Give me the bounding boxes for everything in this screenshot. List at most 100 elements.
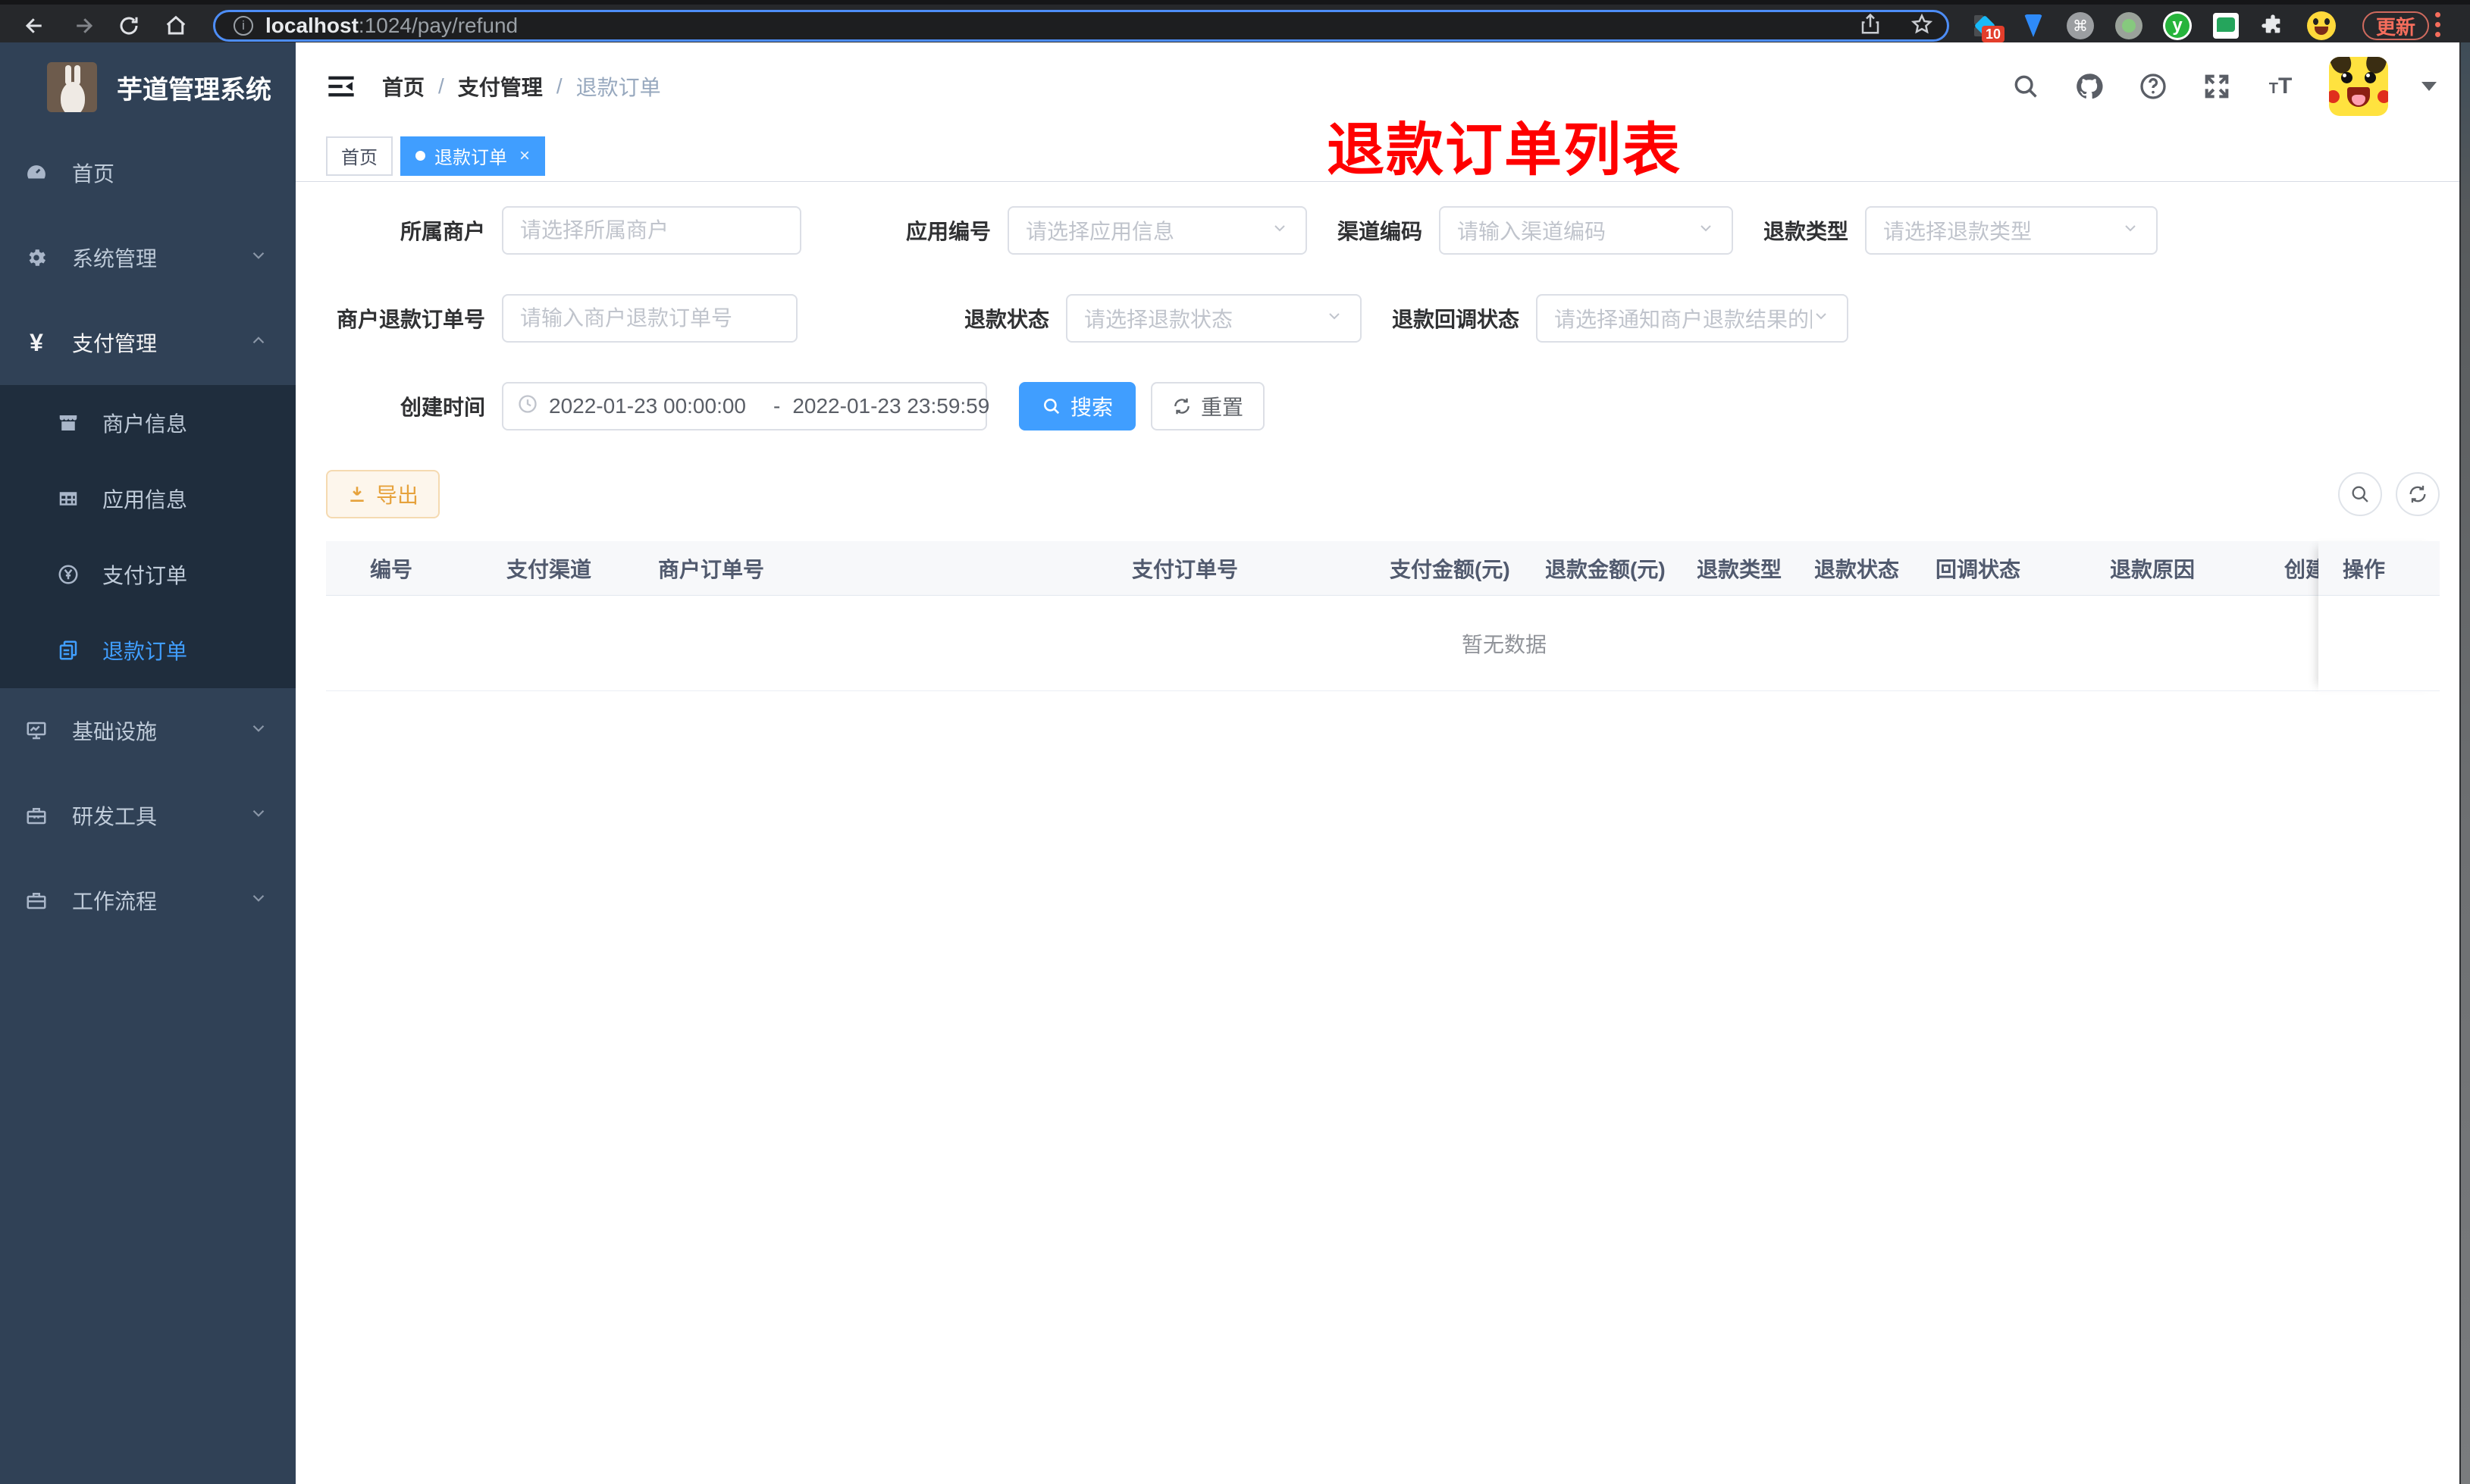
reset-button[interactable]: 重置 <box>1151 382 1265 430</box>
sidebar-item-refund-order[interactable]: 退款订单 <box>0 612 296 688</box>
table-empty-row: 暂无数据 <box>326 596 2440 691</box>
extension-green-dot-icon[interactable] <box>2114 11 2144 41</box>
sidebar-item-label: 首页 <box>72 162 115 186</box>
col-operation: 操作 <box>2318 541 2440 596</box>
sidebar-collapse-icon[interactable] <box>326 71 356 102</box>
show-search-toggle-icon[interactable] <box>2338 472 2382 516</box>
store-icon <box>57 412 80 434</box>
sidebar-item-label: 工作流程 <box>72 890 158 913</box>
sidebar-item-infra[interactable]: 基础设施 <box>0 688 296 773</box>
filter-channel: 渠道编码 请输入渠道编码 <box>1337 206 1734 255</box>
extension-y-icon[interactable] <box>2162 11 2193 41</box>
browser-reload-icon[interactable] <box>115 12 143 39</box>
filter-merchant: 所属商户 <box>326 206 801 255</box>
table-grid-icon <box>57 487 80 510</box>
chevron-down-icon <box>249 719 268 744</box>
date-range-picker[interactable]: 2022-01-23 00:00:00 - 2022-01-23 23:59:5… <box>502 382 989 430</box>
sidebar-item-pay-order[interactable]: 支付订单 <box>0 537 296 612</box>
merchant-input[interactable] <box>502 206 801 255</box>
merchant-refund-no-input[interactable] <box>502 294 798 343</box>
toolbox-icon <box>25 804 48 827</box>
sidebar-item-pay[interactable]: ¥ 支付管理 <box>0 300 296 385</box>
refund-status-select[interactable]: 请选择退款状态 <box>1066 294 1362 343</box>
sidebar: 芋道管理系统 首页 系统管理 ¥ 支付管理 商户信息 应用信息 支付订单 退款订… <box>0 42 296 1484</box>
filter-app: 应用编号 请选择应用信息 <box>832 206 1307 255</box>
share-icon[interactable] <box>1859 13 1882 39</box>
browser-back-icon[interactable] <box>21 12 49 39</box>
active-tab-dot <box>415 151 425 161</box>
select-chevron-icon <box>1812 306 1830 330</box>
search-button[interactable]: 搜索 <box>1019 382 1136 430</box>
sidebar-item-system[interactable]: 系统管理 <box>0 215 296 300</box>
sidebar-item-label: 支付订单 <box>102 564 188 587</box>
tab-refund-order[interactable]: 退款订单 × <box>400 136 546 176</box>
briefcase-icon <box>25 889 48 912</box>
sidebar-item-merchant-info[interactable]: 商户信息 <box>0 385 296 461</box>
bookmark-star-icon[interactable] <box>1910 13 1933 39</box>
browser-home-icon[interactable] <box>162 12 190 39</box>
extension-command-icon[interactable]: ⌘ <box>2065 11 2095 41</box>
document-copy-icon <box>57 639 80 662</box>
select-chevron-icon <box>2121 218 2139 243</box>
breadcrumb-home[interactable]: 首页 <box>382 71 425 102</box>
date-end-value[interactable]: 2022-01-23 23:59:59 <box>792 394 1014 418</box>
select-chevron-icon <box>1325 306 1343 330</box>
fullscreen-icon[interactable] <box>2202 71 2232 102</box>
help-icon[interactable] <box>2138 71 2168 102</box>
filter-create-time: 创建时间 2022-01-23 00:00:00 - 2022-01-23 23… <box>326 382 989 430</box>
refresh-table-icon[interactable] <box>2396 472 2440 516</box>
font-size-icon[interactable]: TT <box>2265 71 2296 102</box>
browser-forward-icon[interactable] <box>70 12 97 39</box>
channel-select[interactable]: 请输入渠道编码 <box>1439 206 1734 255</box>
github-icon[interactable] <box>2074 71 2105 102</box>
app-logo[interactable]: 芋道管理系统 <box>0 42 296 130</box>
filter-notify-status: 退款回调状态 请选择通知商户退款结果的回调状态 <box>1392 294 1849 343</box>
extension-kite-icon[interactable] <box>2018 11 2048 41</box>
extension-chat-icon[interactable] <box>2211 11 2241 41</box>
site-info-icon[interactable]: i <box>234 16 253 36</box>
sidebar-submenu-pay: 商户信息 应用信息 支付订单 退款订单 <box>0 385 296 688</box>
col-pay-amount: 支付金额(元) <box>1390 557 1510 581</box>
date-start-value[interactable]: 2022-01-23 00:00:00 <box>549 394 770 418</box>
tab-home[interactable]: 首页 <box>326 136 393 176</box>
chevron-down-icon <box>249 246 268 271</box>
filter-refund-type: 退款类型 请选择退款类型 <box>1763 206 2158 255</box>
col-refund-type: 退款类型 <box>1697 557 1782 581</box>
browser-address-bar[interactable]: i localhost:1024/pay/refund <box>213 10 1949 42</box>
select-chevron-icon <box>1697 218 1715 243</box>
browser-update-button[interactable]: 更新 <box>2362 11 2430 40</box>
browser-chrome: i localhost:1024/pay/refund 10 ⌘ 更新 <box>0 0 2470 42</box>
extension-tampermonkey-icon[interactable]: 10 <box>1970 11 2005 42</box>
sidebar-item-label: 基础设施 <box>72 720 158 744</box>
browser-scrollbar[interactable] <box>2459 42 2470 1484</box>
gear-icon <box>25 246 48 269</box>
page-content: 所属商户 应用编号 请选择应用信息 渠道编码 请输入渠道编码 <box>296 182 2470 1484</box>
browser-menu-icon[interactable] <box>2435 12 2441 37</box>
app-select[interactable]: 请选择应用信息 <box>1008 206 1307 255</box>
sidebar-item-devtools[interactable]: 研发工具 <box>0 773 296 858</box>
extension-emoji-icon[interactable] <box>2306 11 2337 41</box>
notify-status-select[interactable]: 请选择通知商户退款结果的回调状态 <box>1536 294 1849 343</box>
filter-merchant-refund-no: 商户退款订单号 <box>326 294 798 343</box>
extensions-puzzle-icon[interactable] <box>2258 11 2288 41</box>
breadcrumb-pay[interactable]: 支付管理 <box>458 71 543 102</box>
chevron-down-icon <box>249 803 268 828</box>
col-refund-status: 退款状态 <box>1814 557 1900 581</box>
sidebar-item-home[interactable]: 首页 <box>0 130 296 215</box>
tab-close-icon[interactable]: × <box>519 146 530 165</box>
empty-text: 暂无数据 <box>1461 632 1547 656</box>
export-button[interactable]: 导出 <box>326 470 440 518</box>
monitor-icon <box>25 719 48 742</box>
page-annotation-title: 退款订单列表 <box>1327 118 1682 183</box>
filter-refund-status: 退款状态 请选择退款状态 <box>964 294 1362 343</box>
search-icon[interactable] <box>2011 71 2041 102</box>
col-pay-channel: 支付渠道 <box>506 557 592 581</box>
refund-type-select[interactable]: 请选择退款类型 <box>1865 206 2158 255</box>
sidebar-item-app-info[interactable]: 应用信息 <box>0 461 296 537</box>
extension-badge: 10 <box>1982 26 2005 42</box>
avatar-caret-icon[interactable] <box>2421 82 2437 91</box>
sidebar-item-workflow[interactable]: 工作流程 <box>0 858 296 943</box>
avatar[interactable] <box>2329 57 2388 116</box>
dashboard-icon <box>25 161 48 184</box>
chevron-up-icon <box>249 330 268 355</box>
